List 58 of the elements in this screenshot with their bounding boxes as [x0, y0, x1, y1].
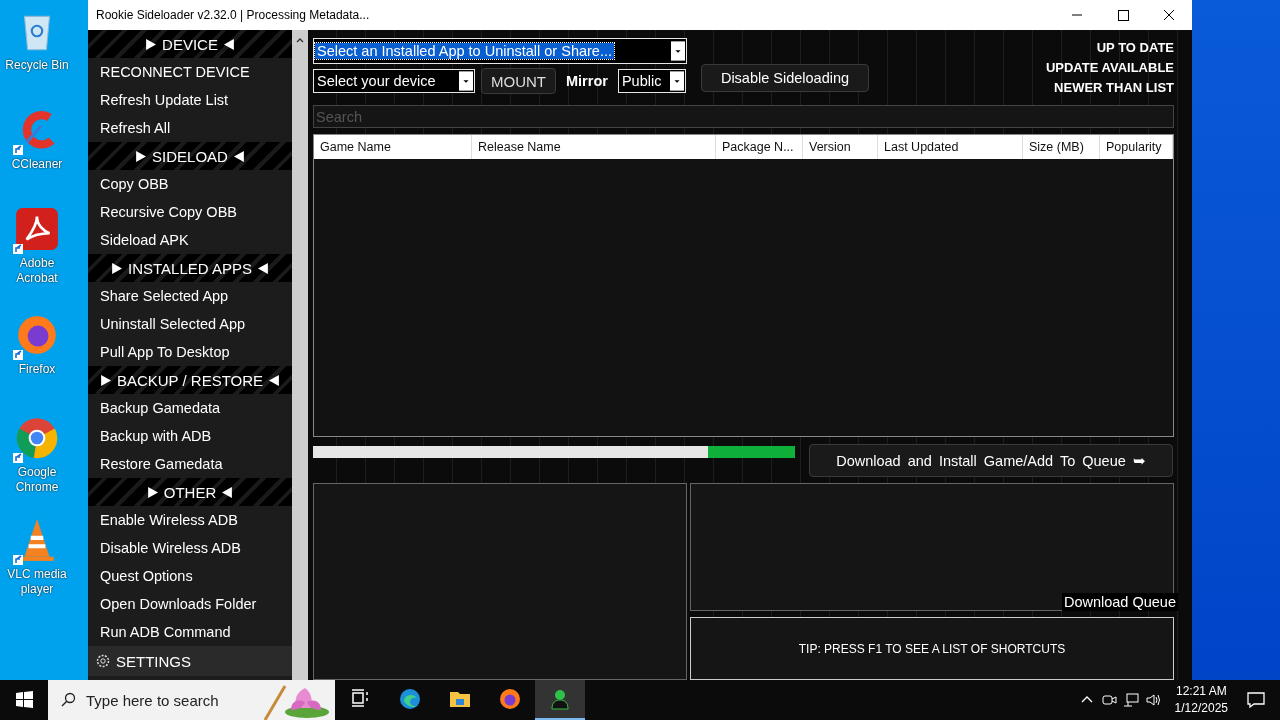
shortcut-arrow-icon — [13, 244, 23, 254]
taskbar-app[interactable] — [535, 680, 585, 720]
legend-label: UP TO DATE — [1096, 39, 1174, 57]
camera-icon[interactable] — [1100, 692, 1117, 708]
section-header: INSTALLED APPS — [128, 259, 252, 277]
download-queue-label: Download Queue — [1061, 593, 1178, 611]
left-triangle-icon — [222, 486, 234, 498]
document-app-icon — [14, 206, 60, 252]
right-triangle-icon — [145, 38, 157, 50]
tip-text: TIP: PRESS F1 TO SEE A LIST OF SHORTCUTS — [798, 641, 1066, 656]
notifications-icon[interactable] — [1246, 690, 1266, 710]
download-install-button[interactable]: Download and Install Game/Add To Queue ➥ — [809, 444, 1173, 477]
mount-button[interactable]: MOUNT — [481, 68, 556, 94]
browser-icon — [398, 687, 422, 711]
section-header: BACKUP / RESTORE — [116, 371, 264, 389]
left-triangle-icon — [269, 374, 281, 386]
column-header[interactable]: Release Name — [472, 135, 716, 159]
section-header: OTHER — [163, 483, 217, 501]
legend-label: NEWER THAN LIST — [1054, 79, 1174, 97]
mirror-dropdown[interactable]: Public — [617, 69, 686, 93]
section-header: DEVICE — [162, 35, 218, 53]
search-field[interactable]: Search — [313, 105, 1174, 128]
shortcut-arrow-icon — [13, 145, 23, 155]
section-header: SIDELOAD — [152, 147, 228, 165]
window-title: Rookie Sideloader v2.32.0 | Processing Metadata... — [96, 8, 370, 22]
clock[interactable]: 12:21 AM 1/12/2025 — [1174, 683, 1228, 717]
right-triangle-icon — [135, 150, 147, 162]
taskbar-search-field[interactable]: Type here to search — [48, 680, 335, 720]
column-header[interactable]: Size (MB) — [1023, 135, 1100, 159]
column-header[interactable]: Package N... — [716, 135, 803, 159]
device-dropdown[interactable]: Select your device — [313, 69, 475, 93]
scroll-up-icon[interactable] — [295, 36, 305, 44]
left-triangle-icon — [233, 150, 245, 162]
right-triangle-icon — [111, 262, 122, 274]
shortcut-arrow-icon — [13, 350, 23, 360]
app-icon — [14, 415, 60, 461]
volume-icon[interactable] — [1144, 692, 1161, 708]
disable-sideloading-button[interactable]: Disable Sideloading — [701, 64, 869, 92]
settings-button[interactable]: SETTINGS — [88, 646, 292, 676]
column-header[interactable]: Popularity — [1100, 135, 1173, 159]
legend-label: UPDATE AVAILABLE — [1045, 59, 1174, 77]
settings-icon — [96, 654, 110, 668]
left-triangle-icon — [223, 38, 235, 50]
column-header[interactable]: Game Name — [314, 135, 472, 159]
search-icon — [60, 692, 76, 708]
shortcut-arrow-icon — [13, 453, 23, 463]
browser-icon — [498, 687, 522, 711]
figure-icon — [548, 687, 572, 711]
right-triangle-icon — [146, 486, 158, 498]
mirror-label: Mirror — [566, 73, 608, 89]
column-header[interactable]: Version — [803, 135, 878, 159]
column-header[interactable]: Last Updated — [878, 135, 1023, 159]
right-triangle-icon — [99, 374, 111, 386]
network-icon[interactable] — [1122, 692, 1139, 708]
installed-app-dropdown[interactable]: Select an Installed App to Uninstall or Share... — [313, 38, 687, 64]
left-triangle-icon — [257, 262, 269, 274]
shortcut-arrow-icon — [13, 555, 23, 565]
scrollbar[interactable] — [292, 30, 308, 680]
